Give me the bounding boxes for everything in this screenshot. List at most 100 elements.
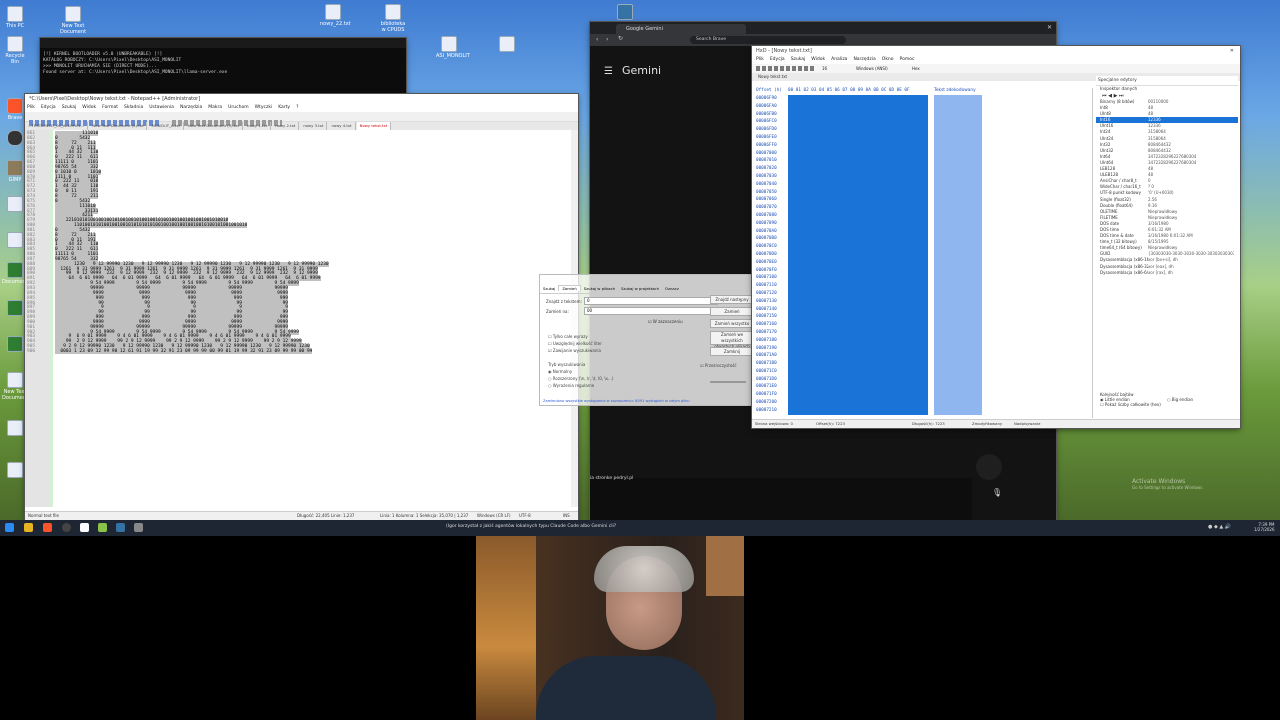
notepad-icon[interactable]: [80, 523, 89, 532]
hex-grid[interactable]: 00006F90 00006FA0 00006FB0 00006FC0 00006FD0…: [756, 95, 1096, 415]
hxd-icon[interactable]: [134, 523, 143, 532]
wrap-around-checkbox[interactable]: ☑ Zawijanie wyszukiwania: [548, 347, 602, 354]
file-tab[interactable]: nowy 3.txt: [300, 122, 328, 130]
desktop-icon[interactable]: [494, 36, 520, 53]
desktop-icon[interactable]: Recycle Bin: [2, 36, 28, 65]
dialog-tab[interactable]: Zamień: [558, 285, 581, 291]
menu-item[interactable]: Karty: [278, 105, 290, 110]
menu-item[interactable]: Plik: [756, 57, 764, 62]
menu-item[interactable]: ?: [296, 105, 298, 110]
mic-icon[interactable]: 🎙: [992, 488, 1002, 497]
in-selection-checkbox[interactable]: ☑ W zaznaczeniu: [648, 319, 683, 324]
line-text: 0 1010 0 1010: [55, 169, 102, 175]
notepad-window[interactable]: *C:\Users\Pixel\Desktop\Nowy tekst.txt -…: [25, 94, 578, 520]
menu-item[interactable]: Widok: [811, 57, 825, 62]
console-window[interactable]: [!] KERNEL BOOTLOADER v5.0 (UNBREAKABLE)…: [40, 38, 406, 98]
menu-item[interactable]: Format: [102, 105, 118, 110]
dialog-tab[interactable]: Szukaj w plikach: [581, 286, 618, 291]
menu-item[interactable]: Wtyczki: [255, 105, 273, 110]
whole-word-checkbox[interactable]: ☐ Tylko całe wyrazy: [548, 333, 602, 340]
find-next-button[interactable]: Znajdź następny: [710, 295, 754, 304]
menu-item[interactable]: Okno: [882, 57, 894, 62]
scroll-button[interactable]: [976, 454, 1002, 480]
menu-item[interactable]: Narzędzia: [180, 105, 202, 110]
mode-regex-radio[interactable]: ○ Wyrażenia regularne: [548, 382, 613, 389]
file-tab[interactable]: New Text Document (3).txt: [185, 122, 244, 130]
transparency-slider[interactable]: [710, 381, 746, 383]
browser-tab[interactable]: Google Gemini: [616, 24, 746, 34]
desktop-icon[interactable]: New Text Document: [60, 6, 86, 35]
replace-all-button[interactable]: Zamień wszystko: [710, 319, 754, 328]
mode-extended-radio[interactable]: ○ Rozszerzony (\n, \r, \t, \0, \x...): [548, 375, 613, 382]
find-input[interactable]: 0: [584, 297, 718, 305]
reload-icon[interactable]: ↻: [618, 35, 623, 42]
columns-select[interactable]: 16: [822, 64, 827, 73]
file-tab[interactable]: nowy 2.txt: [272, 122, 300, 130]
menu-item[interactable]: Plik: [27, 105, 35, 110]
match-case-checkbox[interactable]: ☐ Uwzględnij wielkość liter: [548, 340, 602, 347]
back-icon[interactable]: ‹: [596, 36, 598, 43]
menu-item[interactable]: Widok: [82, 105, 96, 110]
close-icon[interactable]: ✕: [1047, 24, 1052, 31]
menu-item[interactable]: Makra: [208, 105, 222, 110]
menu-item[interactable]: Szukaj: [791, 57, 806, 62]
inspector-row[interactable]: Dysassemblacja (x86-64)xor [rax], dh: [1096, 270, 1238, 276]
notepad-plus-icon[interactable]: [98, 523, 107, 532]
offset-cell: 000071E0: [756, 384, 777, 390]
forward-icon[interactable]: ›: [606, 36, 608, 43]
tray-icons[interactable]: ● ◆ ▲ 🔊: [1208, 524, 1231, 530]
menu-item[interactable]: Edycja: [41, 105, 56, 110]
menu-item[interactable]: Pomoc: [900, 57, 915, 62]
close-button[interactable]: Zamknij: [710, 347, 754, 356]
toolbar-icons[interactable]: [756, 66, 816, 71]
desktop-icon[interactable]: ASI_MONOLIT: [436, 36, 470, 59]
text-column-selection[interactable]: [934, 95, 982, 415]
menu-icon[interactable]: ☰: [604, 66, 613, 77]
editor[interactable]: 861 111010 862 0 5432 863 8 72 211 864 0 0 11 …: [25, 130, 578, 507]
menu-item[interactable]: Składnia: [124, 105, 143, 110]
menu-item[interactable]: Analiza: [831, 57, 847, 62]
replace-dialog[interactable]: Szukaj Zamień Szukaj w plikach Szukaj w pro…: [540, 275, 755, 405]
brave-icon[interactable]: [43, 523, 52, 532]
notepad-titlebar[interactable]: *C:\Users\Pixel\Desktop\Nowy tekst.txt -…: [25, 94, 578, 104]
desktop-icon[interactable]: biblioteka w CPUDS: [380, 4, 406, 33]
obs-icon[interactable]: [62, 523, 71, 532]
console-titlebar[interactable]: [40, 38, 406, 48]
close-icon[interactable]: ✕: [1230, 46, 1234, 56]
mode-normal-radio[interactable]: ◉ Normalny: [548, 368, 613, 375]
hex-bytes-selection[interactable]: [788, 95, 928, 415]
file-tab[interactable]: nowy 1.txt: [244, 122, 272, 130]
dialog-tab[interactable]: Oznacz: [662, 286, 682, 291]
file-tab[interactable]: ...TESTAMENT_00_ALKOHOL...: [25, 122, 89, 130]
menu-item[interactable]: Narzędzia: [853, 57, 875, 62]
splitter[interactable]: [1092, 88, 1093, 418]
file-tab[interactable]: nowy 4.txt: [328, 122, 356, 130]
charset-select[interactable]: Windows (ANSI): [856, 64, 888, 73]
menu-item[interactable]: Szukaj: [62, 105, 77, 110]
desktop-icon[interactable]: [612, 4, 638, 21]
hex-int-checkbox[interactable]: ☐ Pokaż liczby całkowite (hex): [1100, 402, 1193, 407]
replace-all-open-button[interactable]: Zamień we wszystkich otwartych plikach: [710, 331, 754, 349]
file-explorer-icon[interactable]: [24, 523, 33, 532]
dialog-tab[interactable]: Szukaj: [540, 286, 558, 291]
file-tab[interactable]: New Text Document (2).txt: [89, 122, 148, 130]
menu-item[interactable]: Uruchom: [228, 105, 248, 110]
address-bar[interactable]: Search Brave: [690, 36, 846, 44]
python-icon[interactable]: [116, 523, 125, 532]
clock[interactable]: 7:39 PM 1/27/2026: [1254, 522, 1275, 532]
dialog-tab[interactable]: Szukaj w projektach: [618, 286, 662, 291]
big-endian-radio[interactable]: ○ Big endian: [1167, 397, 1193, 402]
hxd-titlebar[interactable]: HxD - [Nowy tekst.txt] ✕: [752, 46, 1240, 56]
hxd-window[interactable]: HxD - [Nowy tekst.txt] ✕ Plik Edycja Szukaj…: [752, 46, 1240, 428]
file-tab[interactable]: MONOLIT_A.txt: [148, 122, 184, 130]
transparency-checkbox[interactable]: ☑ Przezroczystość: [700, 363, 737, 368]
file-tab[interactable]: Nowy tekst.txt: [356, 122, 392, 130]
menu-item[interactable]: Ustawienia: [149, 105, 174, 110]
base-select[interactable]: Hex: [912, 64, 920, 73]
desktop-icon[interactable]: This PC: [2, 6, 28, 29]
start-icon[interactable]: [5, 523, 14, 532]
replace-button[interactable]: Zamień: [710, 307, 754, 316]
replace-input[interactable]: 00: [584, 307, 718, 315]
desktop-icon[interactable]: nowy_22.txt: [320, 4, 351, 27]
menu-item[interactable]: Edycja: [770, 57, 785, 62]
